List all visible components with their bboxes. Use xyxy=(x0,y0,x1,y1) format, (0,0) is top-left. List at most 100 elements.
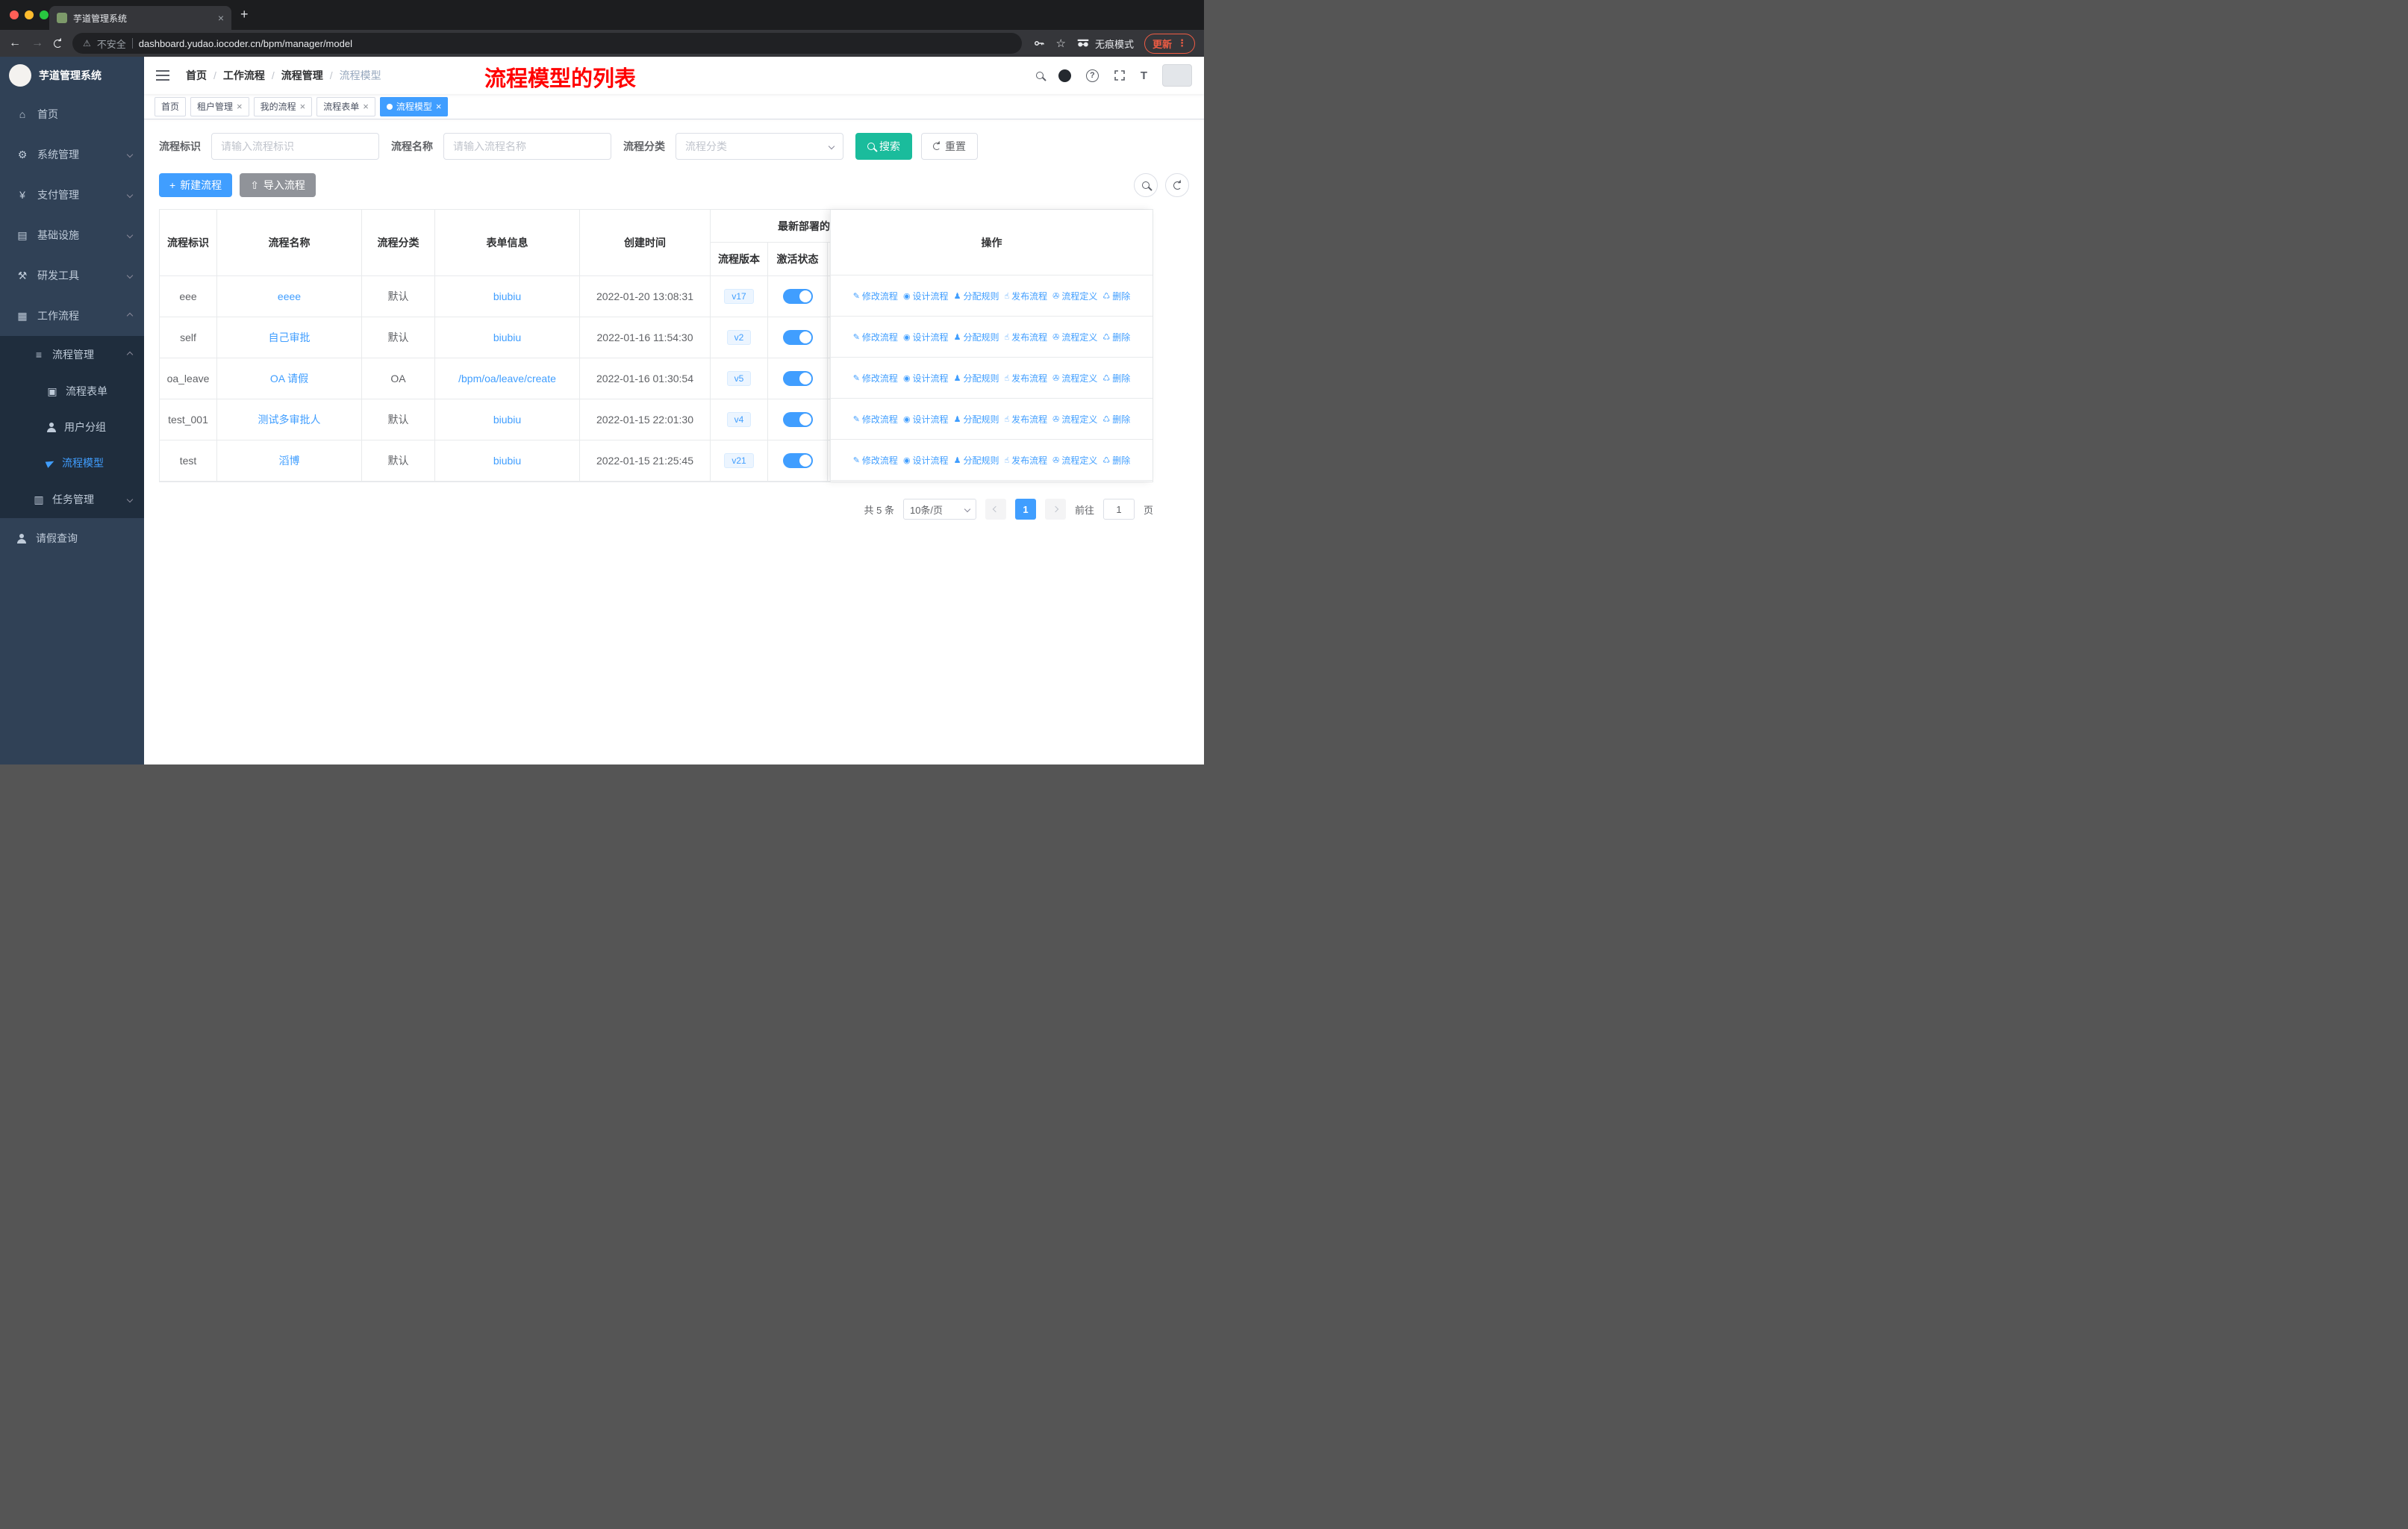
action-design-process[interactable]: ◉ 设计流程 xyxy=(903,290,949,302)
breadcrumb-workflow[interactable]: 工作流程 xyxy=(223,68,265,83)
sidebar-item-home[interactable]: ⌂ 首页 xyxy=(0,94,144,134)
action-design-process[interactable]: ◉ 设计流程 xyxy=(903,372,949,384)
process-id-input[interactable] xyxy=(211,133,379,160)
refresh-table-button[interactable] xyxy=(1165,173,1189,197)
close-window-button[interactable] xyxy=(10,10,19,19)
back-icon[interactable]: ← xyxy=(9,37,21,50)
process-name-input[interactable] xyxy=(443,133,611,160)
tag-process-form[interactable]: 流程表单 × xyxy=(316,96,375,116)
reset-button[interactable]: 重置 xyxy=(921,133,978,160)
sidebar-item-devtools[interactable]: ⚒ 研发工具 xyxy=(0,255,144,296)
sidebar-item-process-form[interactable]: ▣ 流程表单 xyxy=(0,373,144,409)
tag-tenant[interactable]: 租户管理 × xyxy=(190,96,249,116)
url-text[interactable]: dashboard.yudao.iocoder.cn/bpm/manager/m… xyxy=(139,38,352,49)
sidebar-item-system[interactable]: ⚙ 系统管理 xyxy=(0,134,144,175)
zoom-window-button[interactable] xyxy=(40,10,49,19)
process-name-link[interactable]: eeee xyxy=(278,290,301,302)
process-name-link[interactable]: 滔博 xyxy=(279,453,300,468)
tag-my-process[interactable]: 我的流程 × xyxy=(253,96,313,116)
process-name-link[interactable]: 自己审批 xyxy=(269,330,311,345)
font-size-icon[interactable]: T xyxy=(1141,69,1147,82)
form-info-link[interactable]: /bpm/oa/leave/create xyxy=(458,373,556,384)
action-delete[interactable]: ♺ 删除 xyxy=(1102,290,1130,302)
prev-page-button[interactable] xyxy=(985,499,1006,520)
minimize-window-button[interactable] xyxy=(25,10,34,19)
action-design-process[interactable]: ◉ 设计流程 xyxy=(903,331,949,343)
tag-close-icon[interactable]: × xyxy=(300,101,306,112)
process-name-link[interactable]: 测试多审批人 xyxy=(258,412,321,427)
bookmark-star-icon[interactable]: ☆ xyxy=(1056,37,1066,50)
action-edit-process[interactable]: ✎ 修改流程 xyxy=(853,290,898,302)
new-tab-button[interactable]: + xyxy=(240,7,249,21)
security-label[interactable]: 不安全 xyxy=(97,37,126,51)
action-publish-process[interactable]: ☝ 发布流程 xyxy=(1004,331,1047,343)
sidebar-item-process-model[interactable]: 流程模型 xyxy=(0,445,144,481)
action-publish-process[interactable]: ☝ 发布流程 xyxy=(1004,454,1047,467)
current-page-button[interactable]: 1 xyxy=(1014,499,1036,520)
goto-page-input[interactable] xyxy=(1102,499,1135,520)
action-assign-rule[interactable]: ♟ 分配规则 xyxy=(954,372,999,384)
action-process-definition[interactable]: ✇ 流程定义 xyxy=(1052,331,1097,343)
sidebar-item-task-management[interactable]: ▥ 任务管理 xyxy=(0,481,144,518)
github-icon[interactable] xyxy=(1058,69,1071,82)
sidebar-item-payment[interactable]: ¥ 支付管理 xyxy=(0,175,144,215)
import-process-button[interactable]: ⇧ 导入流程 xyxy=(240,173,316,197)
sidebar-item-process-management[interactable]: ≡ 流程管理 xyxy=(0,336,144,373)
browser-menu-icon[interactable]: ⋮ xyxy=(1177,37,1187,49)
active-toggle[interactable] xyxy=(782,412,813,427)
action-assign-rule[interactable]: ♟ 分配规则 xyxy=(954,413,999,426)
action-publish-process[interactable]: ☝ 发布流程 xyxy=(1004,290,1047,302)
create-process-button[interactable]: + 新建流程 xyxy=(159,173,233,197)
active-toggle[interactable] xyxy=(782,371,813,386)
action-delete[interactable]: ♺ 删除 xyxy=(1102,372,1130,384)
action-process-definition[interactable]: ✇ 流程定义 xyxy=(1052,413,1097,426)
action-process-definition[interactable]: ✇ 流程定义 xyxy=(1052,372,1097,384)
sidebar-item-workflow[interactable]: ▦ 工作流程 xyxy=(0,296,144,336)
action-edit-process[interactable]: ✎ 修改流程 xyxy=(853,372,898,384)
app-logo[interactable]: 芋道管理系统 xyxy=(0,57,144,94)
form-info-link[interactable]: biubiu xyxy=(493,290,521,302)
category-select[interactable]: 流程分类 xyxy=(676,133,843,160)
tag-close-icon[interactable]: × xyxy=(237,101,243,112)
action-delete[interactable]: ♺ 删除 xyxy=(1102,413,1130,426)
form-info-link[interactable]: biubiu xyxy=(493,414,521,426)
search-icon[interactable] xyxy=(1035,72,1044,79)
user-avatar[interactable] xyxy=(1162,64,1192,87)
action-publish-process[interactable]: ☝ 发布流程 xyxy=(1004,372,1047,384)
sidebar-item-user-group[interactable]: 用户分组 xyxy=(0,409,144,445)
action-delete[interactable]: ♺ 删除 xyxy=(1102,331,1130,343)
action-process-definition[interactable]: ✇ 流程定义 xyxy=(1052,454,1097,467)
hamburger-icon[interactable] xyxy=(156,70,169,81)
page-size-select[interactable]: 10条/页 xyxy=(902,499,976,520)
action-assign-rule[interactable]: ♟ 分配规则 xyxy=(954,290,999,302)
action-edit-process[interactable]: ✎ 修改流程 xyxy=(853,454,898,467)
action-edit-process[interactable]: ✎ 修改流程 xyxy=(853,413,898,426)
tag-close-icon[interactable]: × xyxy=(436,101,442,112)
update-button[interactable]: 更新 ⋮ xyxy=(1144,33,1195,54)
reload-icon[interactable] xyxy=(54,39,62,48)
active-toggle[interactable] xyxy=(782,453,813,468)
next-page-button[interactable] xyxy=(1044,499,1066,520)
toggle-search-button[interactable] xyxy=(1134,173,1158,197)
action-assign-rule[interactable]: ♟ 分配规则 xyxy=(954,331,999,343)
help-icon[interactable]: ? xyxy=(1085,69,1099,82)
action-edit-process[interactable]: ✎ 修改流程 xyxy=(853,331,898,343)
active-toggle[interactable] xyxy=(782,330,813,345)
tab-close-icon[interactable]: × xyxy=(218,12,224,24)
breadcrumb-home[interactable]: 首页 xyxy=(186,68,207,83)
active-toggle[interactable] xyxy=(782,289,813,304)
action-assign-rule[interactable]: ♟ 分配规则 xyxy=(954,454,999,467)
tag-close-icon[interactable]: × xyxy=(363,101,369,112)
action-design-process[interactable]: ◉ 设计流程 xyxy=(903,413,949,426)
form-info-link[interactable]: biubiu xyxy=(493,331,521,343)
action-process-definition[interactable]: ✇ 流程定义 xyxy=(1052,290,1097,302)
action-design-process[interactable]: ◉ 设计流程 xyxy=(903,454,949,467)
breadcrumb-process-management[interactable]: 流程管理 xyxy=(281,68,323,83)
sidebar-item-leave-query[interactable]: 请假查询 xyxy=(0,518,144,558)
address-bar[interactable]: ⚠ 不安全 dashboard.yudao.iocoder.cn/bpm/man… xyxy=(72,33,1022,54)
browser-tab[interactable]: 芋道管理系统 × xyxy=(49,6,231,30)
action-delete[interactable]: ♺ 删除 xyxy=(1102,454,1130,467)
fullscreen-icon[interactable] xyxy=(1114,69,1126,81)
password-key-icon[interactable] xyxy=(1032,37,1046,50)
form-info-link[interactable]: biubiu xyxy=(493,455,521,467)
